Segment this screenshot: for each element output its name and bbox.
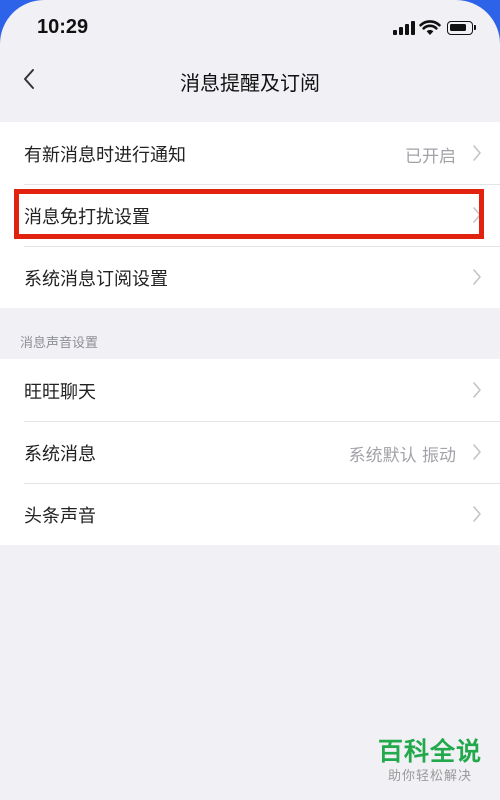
nav-bar: 消息提醒及订阅 [0,58,500,106]
chevron-right-icon [473,444,481,460]
list-item-system-subscription[interactable]: 系统消息订阅设置 [0,246,500,308]
sound-settings-group: 旺旺聊天 系统消息 系统默认 振动 头条声音 [0,359,500,545]
chevron-right-icon [473,207,481,223]
list-item-headline-sound[interactable]: 头条声音 [0,483,500,545]
watermark-subtitle: 助你轻松解决 [387,769,472,784]
page-title: 消息提醒及订阅 [180,71,320,95]
list-item-label: 消息免打扰设置 [24,207,150,228]
status-time: 10:29 [37,16,89,38]
chevron-right-icon [473,506,481,522]
list-item-value: 系统默认 振动 [348,446,456,466]
list-item-label: 有新消息时进行通知 [24,145,186,166]
phone-screen: 10:29 消息提醒及订阅 有新消息时进行通知 已开启 消息免打扰设置 系统消息… [0,0,500,800]
wifi-icon [419,20,441,35]
section-header-sound: 消息声音设置 [20,336,99,351]
list-item-value: 已开启 [405,147,456,167]
chevron-right-icon [473,145,481,161]
status-bar: 10:29 [0,0,500,58]
watermark-logo: 百科全说 助你轻松解决 [370,736,490,792]
list-item-system-message[interactable]: 系统消息 系统默认 振动 [0,421,500,483]
list-item-wangwang-chat[interactable]: 旺旺聊天 [0,359,500,421]
chevron-right-icon [473,382,481,398]
list-item-label: 旺旺聊天 [24,382,96,403]
list-item-do-not-disturb[interactable]: 消息免打扰设置 [0,184,500,246]
list-item-new-message-notify[interactable]: 有新消息时进行通知 已开启 [0,122,500,184]
battery-icon [447,21,476,35]
watermark-title: 百科全说 [377,737,482,766]
cellular-signal-icon [393,21,415,35]
list-item-label: 头条声音 [24,506,96,527]
list-item-label: 系统消息订阅设置 [24,269,168,290]
list-item-label: 系统消息 [24,444,96,465]
chevron-right-icon [473,269,481,285]
notification-settings-group: 有新消息时进行通知 已开启 消息免打扰设置 系统消息订阅设置 [0,122,500,308]
